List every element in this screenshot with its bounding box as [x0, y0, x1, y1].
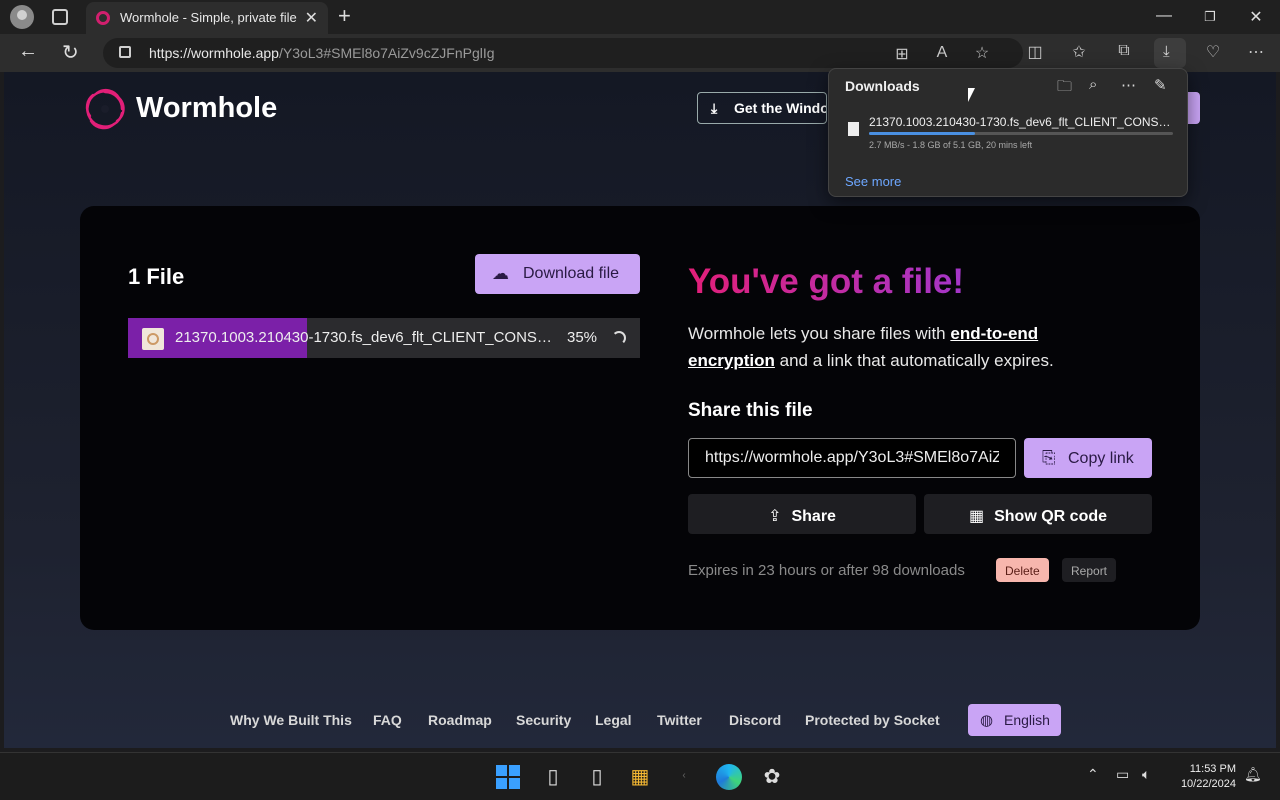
footer-link-roadmap[interactable]: Roadmap [428, 712, 492, 728]
description-text-start: Wormhole lets you share files with [688, 324, 951, 343]
footer-link-discord[interactable]: Discord [729, 712, 781, 728]
download-progress-fill [869, 132, 976, 135]
copy-icon: ⎘ [1042, 448, 1056, 467]
copy-link-button[interactable]: ⎘ Copy link [1024, 438, 1152, 478]
file-card: 1 File ☁ Download file 21370.1003.210430… [80, 206, 1200, 630]
start-menu-icon[interactable] [496, 765, 520, 789]
pin-icon[interactable]: ✎ [1154, 76, 1167, 94]
show-qr-code-button[interactable]: ▦ Show QR code [924, 494, 1152, 534]
window-close-button[interactable]: ✕ [1246, 7, 1266, 27]
downloads-flyout: Downloads 🗀 ⌕ ⋯ ✎ 21370.1003.210430-1730… [828, 68, 1188, 197]
file-progress-percent: 35% [567, 329, 598, 346]
disc-image-file-icon [142, 328, 164, 350]
wormhole-favicon-icon [96, 11, 110, 25]
browser-tab-strip: Wormhole - Simple, private file sharing … [0, 0, 1280, 34]
browser-tab[interactable]: Wormhole - Simple, private file sharing … [86, 2, 328, 34]
collections-icon[interactable]: ⧉ [1113, 42, 1135, 60]
share-link-input[interactable] [688, 438, 1016, 478]
read-aloud-icon[interactable]: A [931, 44, 953, 62]
lock-icon[interactable] [119, 46, 131, 58]
windows-taskbar: ▯ ▯ ▦ ‹ ✿ ⌃ ▭ 🔈︎ 11:53 PM 10/22/2024 🔔︎ [0, 752, 1280, 800]
file-list-item[interactable]: 21370.1003.210430-1730.fs_dev6_flt_CLIEN… [128, 318, 640, 358]
download-status: 2.7 MB/s - 1.8 GB of 5.1 GB, 20 mins lef… [869, 140, 1033, 150]
share-button[interactable]: ⇪ Share [688, 494, 916, 534]
download-file-button[interactable]: ☁ Download file [475, 254, 640, 294]
see-more-link[interactable]: See more [845, 174, 901, 189]
headline: You've got a file! [688, 262, 965, 301]
refresh-icon[interactable]: ↻ [62, 40, 79, 65]
url-text[interactable]: https://wormhole.app/Y3oL3#SMEl8o7AiZv9c… [149, 45, 495, 61]
wormhole-logo-icon[interactable] [84, 88, 126, 130]
footer-link-faq[interactable]: FAQ [373, 712, 402, 728]
file-count-title: 1 File [128, 264, 185, 289]
get-windows-app-label: Get the Windows app [734, 100, 826, 116]
share-heading: Share this file [688, 400, 813, 421]
language-button[interactable]: ◍ English [968, 704, 1061, 736]
expiry-text: Expires in 23 hours or after 98 download… [688, 562, 965, 579]
document-app-icon[interactable]: ▯ [583, 764, 611, 789]
tab-close-icon[interactable]: ✕ [305, 8, 318, 28]
brand-name[interactable]: Wormhole [136, 92, 277, 125]
search-icon[interactable]: ⌕ [1089, 76, 1097, 93]
footer-link-protected-by-socket[interactable]: Protected by Socket [805, 712, 940, 728]
share-icon: ⇪ [768, 508, 782, 525]
report-button[interactable]: Report [1062, 558, 1117, 582]
system-clock[interactable]: 11:53 PM 10/22/2024 [1168, 762, 1236, 792]
tab-actions-icon[interactable] [52, 9, 68, 25]
more-options-icon[interactable]: ⋯ [1121, 76, 1136, 94]
cloud-download-icon: ☁ [492, 264, 509, 283]
address-bar[interactable]: https://wormhole.app/Y3oL3#SMEl8o7AiZv9c… [103, 38, 1023, 68]
notifications-bell-icon[interactable]: 🔔︎ [1244, 766, 1262, 783]
back-arrow-icon[interactable]: ← [18, 40, 38, 63]
colorful-app-icon[interactable]: ✿ [758, 764, 786, 789]
browser-essentials-icon[interactable]: ♡ [1202, 42, 1224, 62]
footer-link-security[interactable]: Security [516, 712, 571, 728]
mouse-cursor-icon [968, 88, 975, 102]
qr-code-icon: ▦ [968, 508, 985, 525]
loading-spinner-icon [612, 331, 626, 345]
download-file-label: Download file [523, 265, 620, 282]
split-screen-icon[interactable]: ◫ [1024, 42, 1046, 62]
volume-icon[interactable]: 🔈︎ [1142, 766, 1150, 783]
edge-browser-icon[interactable] [716, 764, 742, 790]
clock-time: 11:53 PM [1189, 763, 1236, 775]
footer-link-legal[interactable]: Legal [595, 712, 632, 728]
show-qr-code-label: Show QR code [994, 508, 1108, 525]
download-progress-track [869, 132, 1173, 135]
store-icon[interactable]: ▦ [626, 764, 654, 789]
clock-date: 10/22/2024 [1180, 778, 1236, 790]
settings-more-icon[interactable]: ⋯ [1245, 42, 1267, 62]
downloads-title: Downloads [845, 78, 920, 94]
description-text-end: and a link that automatically expires. [774, 351, 1054, 370]
download-file-icon [848, 122, 859, 136]
description: Wormhole lets you share files with end-t… [688, 320, 1108, 374]
app-available-icon[interactable]: ⊞ [891, 44, 913, 64]
copy-link-label: Copy link [1068, 450, 1134, 467]
open-folder-icon[interactable]: 🗀 [1057, 76, 1072, 101]
globe-icon: ◍ [980, 712, 994, 729]
notepad-icon[interactable]: ▯ [539, 764, 567, 789]
network-icon[interactable]: ▭ [1116, 766, 1129, 783]
taskbar-separator-icon: ‹ [682, 770, 686, 781]
download-arrow-icon: ⤓ [1163, 43, 1170, 60]
footer-link-why-we-built-this[interactable]: Why We Built This [230, 712, 352, 728]
delete-button[interactable]: Delete [996, 558, 1049, 582]
new-tab-button[interactable]: + [338, 3, 351, 29]
footer-link-twitter[interactable]: Twitter [657, 712, 702, 728]
download-item-name[interactable]: 21370.1003.210430-1730.fs_dev6_flt_CLIEN… [869, 115, 1174, 129]
profile-avatar-icon[interactable] [10, 5, 34, 29]
tab-title: Wormhole - Simple, private file sharing [120, 10, 300, 25]
favorite-star-icon[interactable]: ☆ [971, 43, 993, 63]
favorites-icon[interactable]: ✩ [1068, 42, 1090, 62]
address-toolbar: ← ↻ https://wormhole.app/Y3oL3#SMEl8o7Ai… [0, 34, 1280, 72]
get-windows-app-button[interactable]: ⤓ Get the Windows app [697, 92, 827, 124]
share-label: Share [791, 508, 836, 525]
download-icon: ⤓ [711, 100, 718, 116]
downloads-toolbar-button[interactable]: ⤓ [1154, 38, 1186, 68]
maximize-button[interactable]: ❐ [1200, 9, 1220, 25]
tray-chevron-icon[interactable]: ⌃ [1087, 766, 1099, 783]
minimize-button[interactable]: — [1154, 7, 1174, 25]
file-name: 21370.1003.210430-1730.fs_dev6_flt_CLIEN… [175, 329, 561, 346]
language-label: English [1004, 712, 1050, 728]
